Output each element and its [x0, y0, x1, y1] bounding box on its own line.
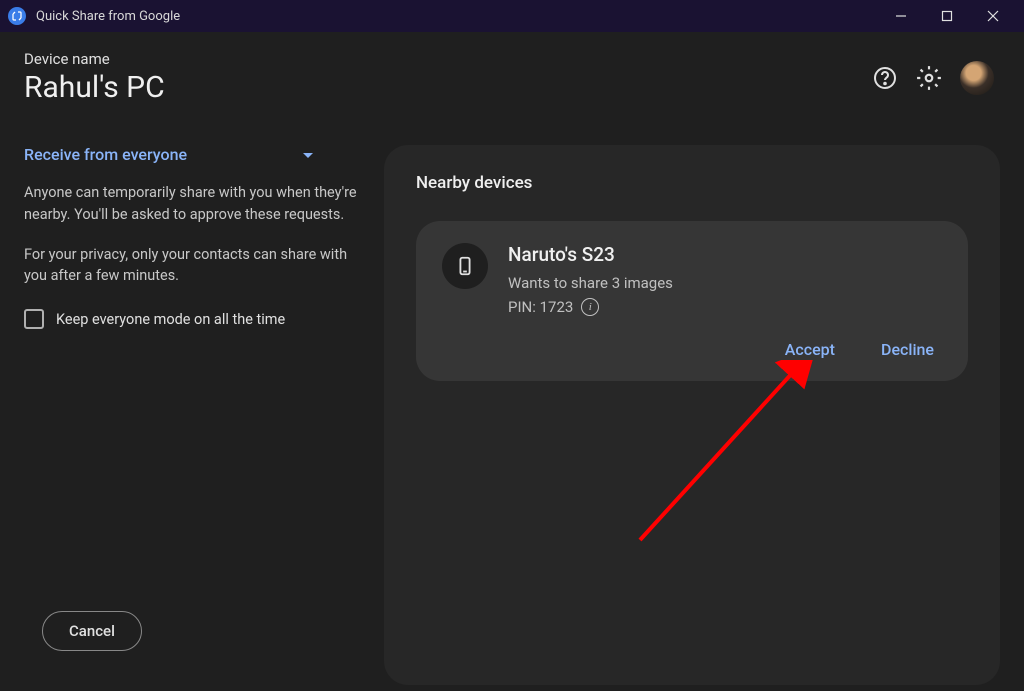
info-icon[interactable]: i [581, 298, 599, 316]
dropdown-label: Receive from everyone [24, 145, 187, 164]
cancel-button[interactable]: Cancel [42, 611, 142, 651]
window-title: Quick Share from Google [36, 9, 878, 24]
keep-everyone-checkbox-row[interactable]: Keep everyone mode on all the time [24, 309, 364, 329]
header: Device name Rahul's PC [0, 32, 1024, 115]
settings-icon[interactable] [916, 65, 942, 91]
avatar[interactable] [960, 61, 994, 95]
window-titlebar: Quick Share from Google [0, 0, 1024, 32]
card-actions: Accept Decline [442, 336, 942, 363]
pin-label: PIN: 1723 [508, 298, 573, 316]
header-actions [872, 61, 994, 95]
device-name: Rahul's PC [24, 70, 872, 105]
phone-icon [442, 243, 488, 289]
app-icon [8, 7, 26, 25]
visibility-dropdown[interactable]: Receive from everyone [24, 145, 364, 164]
window-controls [878, 0, 1016, 32]
decline-button[interactable]: Decline [873, 336, 942, 363]
close-button[interactable] [970, 0, 1016, 32]
panel-title: Nearby devices [416, 173, 968, 193]
sidebar: Receive from everyone Anyone can tempora… [24, 145, 364, 685]
device-info: Naruto's S23 Wants to share 3 images PIN… [508, 243, 942, 316]
maximize-button[interactable] [924, 0, 970, 32]
accept-button[interactable]: Accept [777, 336, 843, 363]
visibility-description-2: For your privacy, only your contacts can… [24, 244, 364, 288]
header-left: Device name Rahul's PC [24, 50, 872, 105]
incoming-share-card: Naruto's S23 Wants to share 3 images PIN… [416, 221, 968, 381]
checkbox-label: Keep everyone mode on all the time [56, 311, 285, 328]
visibility-description-1: Anyone can temporarily share with you wh… [24, 182, 364, 226]
checkbox-icon [24, 309, 44, 329]
main-content: Receive from everyone Anyone can tempora… [0, 115, 1024, 685]
nearby-devices-panel: Nearby devices Naruto's S23 Wants to sha… [384, 145, 1000, 685]
chevron-down-icon [302, 145, 314, 164]
share-description: Wants to share 3 images [508, 274, 942, 292]
sender-device-name: Naruto's S23 [508, 243, 942, 266]
device-row: Naruto's S23 Wants to share 3 images PIN… [442, 243, 942, 316]
device-name-label: Device name [24, 50, 872, 68]
pin-row: PIN: 1723 i [508, 298, 942, 316]
help-icon[interactable] [872, 65, 898, 91]
minimize-button[interactable] [878, 0, 924, 32]
